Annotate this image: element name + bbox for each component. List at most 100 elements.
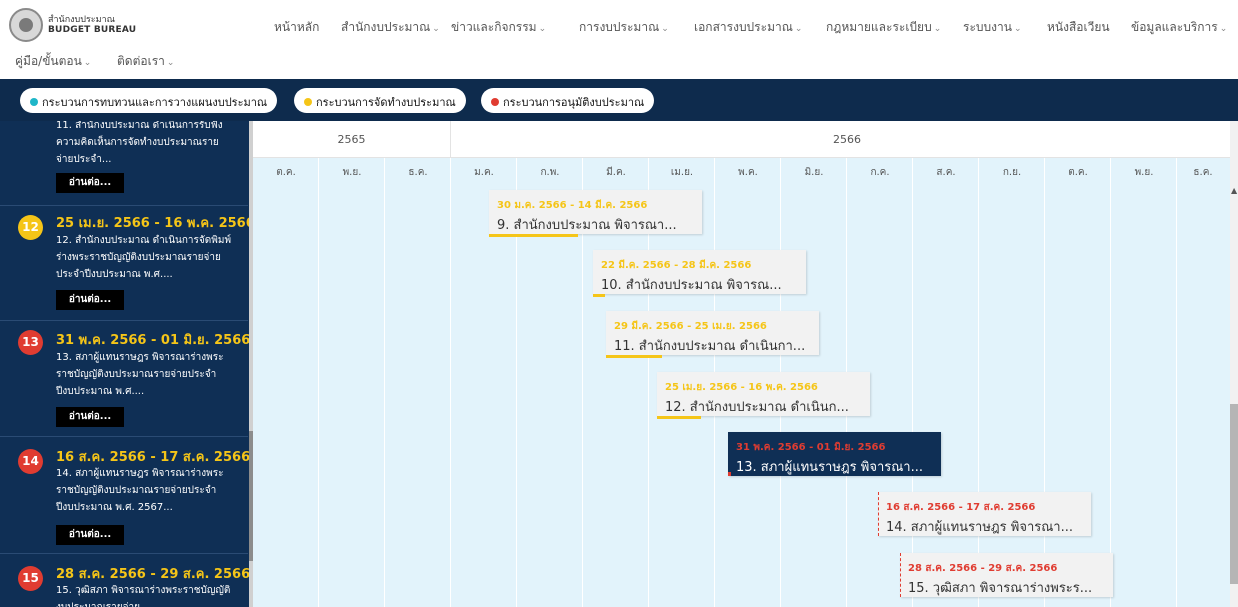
month-label: มิ.ย. bbox=[804, 167, 824, 178]
month-label: พ.ค. bbox=[738, 167, 758, 178]
task-marker-line bbox=[878, 492, 879, 536]
month-label: ก.ค. bbox=[870, 167, 890, 178]
site-header: สำนักงบประมาณ BUDGET BUREAU หน้าหลัก สำน… bbox=[0, 0, 1238, 76]
nav-label: หน้าหลัก bbox=[274, 20, 320, 34]
list-item: 13 31 พ.ค. 2566 - 01 มิ.ย. 2566 13. สภาผ… bbox=[0, 321, 250, 437]
nav-manuals[interactable]: คู่มือ/ขั้นตอน ⌄ bbox=[15, 52, 91, 71]
read-more-button[interactable]: อ่านต่อ... bbox=[56, 173, 124, 193]
chevron-down-icon: ⌄ bbox=[538, 24, 547, 34]
month-label: ม.ค. bbox=[474, 167, 494, 178]
yellow-dot-icon bbox=[304, 98, 312, 106]
step-description: 14. สภาผู้แทนราษฎร พิจารณาร่างพระราชบัญญ… bbox=[56, 468, 224, 513]
step-number-badge: 12 bbox=[18, 215, 43, 240]
nav-circulars[interactable]: หนังสือเวียน bbox=[1047, 18, 1110, 37]
list-item: 14 16 ส.ค. 2566 - 17 ส.ค. 2566 14. สภาผู… bbox=[0, 437, 251, 554]
timeline-task-10[interactable]: 22 มี.ค. 2566 - 28 มี.ค. 2566 10. สำนักง… bbox=[593, 250, 806, 297]
year-header-row: 2565 2566 bbox=[253, 121, 1230, 158]
chevron-down-icon: ⌄ bbox=[166, 58, 175, 68]
timeline-step-list[interactable]: 11. สำนักงบประมาณ ดำเนินการรับฟังความคิด… bbox=[0, 121, 253, 607]
month-label: ต.ค. bbox=[1068, 167, 1088, 178]
timeline-task-15[interactable]: 28 ส.ค. 2566 - 29 ส.ค. 2566 15. วุฒิสภา … bbox=[900, 553, 1113, 597]
chevron-down-icon: ⌄ bbox=[1013, 24, 1022, 34]
brand-name-english[interactable]: BUDGET BUREAU bbox=[48, 25, 136, 35]
task-date: 28 ส.ค. 2566 - 29 ส.ค. 2566 bbox=[908, 563, 1058, 574]
scroll-up-arrow-icon[interactable]: ▲ bbox=[1231, 186, 1237, 195]
nav-label: เอกสารงบประมาณ bbox=[694, 20, 793, 34]
nav-budgeting[interactable]: การงบประมาณ ⌄ bbox=[579, 18, 669, 37]
month-column bbox=[1177, 158, 1230, 607]
task-title: 15. วุฒิสภา พิจารณาร่างพระร... bbox=[908, 581, 1093, 596]
month-label: ก.ย. bbox=[1002, 167, 1022, 178]
nav-budget-documents[interactable]: เอกสารงบประมาณ ⌄ bbox=[694, 18, 802, 37]
process-tab-review-planning[interactable]: กระบวนการทบทวนและการวางแผนงบประมาณ bbox=[20, 88, 278, 113]
nav-home[interactable]: หน้าหลัก bbox=[274, 18, 319, 37]
chevron-down-icon: ⌄ bbox=[794, 24, 803, 34]
budget-timeline-gantt[interactable]: 2565 2566 ต.ค. พ.ย. ธ.ค. ม.ค. ก.พ. มี.ค.… bbox=[253, 121, 1230, 607]
process-tab-preparation[interactable]: กระบวนการจัดทำงบประมาณ bbox=[294, 88, 466, 113]
month-label: พ.ย. bbox=[342, 167, 362, 178]
timeline-task-13[interactable]: 31 พ.ค. 2566 - 01 มิ.ย. 2566 13. สภาผู้แ… bbox=[728, 432, 941, 476]
read-more-button[interactable]: อ่านต่อ... bbox=[56, 290, 124, 310]
task-duration-bar bbox=[593, 294, 605, 297]
step-description: 12. สำนักงบประมาณ ดำเนินการจัดพิมพ์ร่างพ… bbox=[56, 235, 232, 280]
timeline-task-14[interactable]: 16 ส.ค. 2566 - 17 ส.ค. 2566 14. สภาผู้แท… bbox=[878, 492, 1091, 536]
month-label: ต.ค. bbox=[276, 167, 296, 178]
step-description: 15. วุฒิสภา พิจารณาร่างพระราชบัญญัติงบปร… bbox=[56, 585, 231, 607]
timeline-task-11[interactable]: 29 มี.ค. 2566 - 25 เม.ย. 2566 11. สำนักง… bbox=[606, 311, 819, 358]
task-date: 16 ส.ค. 2566 - 17 ส.ค. 2566 bbox=[886, 502, 1036, 513]
task-date: 25 เม.ย. 2566 - 16 พ.ค. 2566 bbox=[665, 382, 818, 393]
nav-label: กฎหมายและระเบียบ bbox=[826, 20, 932, 34]
task-duration-bar bbox=[606, 355, 662, 358]
nav-label: ติดต่อเรา bbox=[117, 54, 165, 68]
step-description: 11. สำนักงบประมาณ ดำเนินการรับฟังความคิด… bbox=[56, 121, 223, 165]
month-column bbox=[319, 158, 385, 607]
process-tab-label: กระบวนการทบทวนและการวางแผนงบประมาณ bbox=[42, 96, 268, 109]
red-dot-icon bbox=[491, 98, 499, 106]
chevron-down-icon: ⌄ bbox=[83, 58, 92, 68]
nav-systems[interactable]: ระบบงาน ⌄ bbox=[963, 18, 1021, 37]
process-tab-label: กระบวนการจัดทำงบประมาณ bbox=[316, 96, 456, 109]
task-duration-bar bbox=[489, 234, 578, 237]
chevron-down-icon: ⌄ bbox=[661, 24, 669, 34]
task-date: 22 มี.ค. 2566 - 28 มี.ค. 2566 bbox=[601, 260, 752, 271]
timeline-task-12[interactable]: 25 เม.ย. 2566 - 16 พ.ค. 2566 12. สำนักงบ… bbox=[657, 372, 870, 419]
task-title: 10. สำนักงบประมาณ พิจารณ... bbox=[601, 278, 782, 293]
task-date: 29 มี.ค. 2566 - 25 เม.ย. 2566 bbox=[614, 321, 767, 332]
timeline-scrollbar-thumb[interactable] bbox=[1230, 404, 1238, 584]
process-tab-approval[interactable]: กระบวนการอนุมัติงบประมาณ bbox=[481, 88, 655, 113]
read-more-button[interactable]: อ่านต่อ... bbox=[56, 525, 124, 545]
chevron-down-icon: ⌄ bbox=[1219, 24, 1228, 34]
year-header: 2565 bbox=[253, 121, 451, 158]
month-label: มี.ค. bbox=[606, 167, 626, 178]
month-label: เม.ย. bbox=[670, 167, 694, 178]
task-marker-line bbox=[900, 553, 901, 597]
step-date: 16 ส.ค. 2566 - 17 ส.ค. 2566 bbox=[56, 450, 251, 465]
read-more-button[interactable]: อ่านต่อ... bbox=[56, 407, 124, 427]
list-item: 12 25 เม.ย. 2566 - 16 พ.ค. 2566 12. สำนั… bbox=[0, 206, 253, 321]
brand-name-thai[interactable]: สำนักงบประมาณ bbox=[48, 12, 115, 26]
task-title: 9. สำนักงบประมาณ พิจารณา... bbox=[497, 218, 677, 233]
nav-news[interactable]: ข่าวและกิจกรรม ⌄ bbox=[451, 18, 546, 37]
nav-label: คู่มือ/ขั้นตอน bbox=[15, 54, 82, 68]
task-duration-bar bbox=[657, 416, 701, 419]
step-date: 25 เม.ย. 2566 - 16 พ.ค. 2566 bbox=[56, 216, 253, 231]
task-duration-bar bbox=[728, 472, 731, 476]
chevron-down-icon: ⌄ bbox=[933, 24, 942, 34]
list-item: 11. สำนักงบประมาณ ดำเนินการรับฟังความคิด… bbox=[0, 121, 248, 206]
budget-bureau-logo-icon[interactable] bbox=[9, 8, 43, 42]
step-number-badge: 15 bbox=[18, 566, 43, 591]
task-date: 31 พ.ค. 2566 - 01 มิ.ย. 2566 bbox=[736, 442, 886, 453]
nav-bureau[interactable]: สำนักงบประมาณ ⌄ bbox=[341, 18, 440, 37]
month-label: ก.พ. bbox=[540, 167, 560, 178]
month-label: ส.ค. bbox=[936, 167, 956, 178]
timeline-task-9[interactable]: 30 ม.ค. 2566 - 14 มี.ค. 2566 9. สำนักงบป… bbox=[489, 190, 702, 237]
month-header-row: ต.ค. พ.ย. ธ.ค. ม.ค. ก.พ. มี.ค. เม.ย. พ.ค… bbox=[253, 158, 1230, 188]
nav-label: การงบประมาณ bbox=[579, 20, 660, 34]
process-filter-bar: กระบวนการทบทวนและการวางแผนงบประมาณ กระบว… bbox=[0, 79, 1238, 121]
nav-information-services[interactable]: ข้อมูลและบริการ ⌄ bbox=[1131, 18, 1227, 37]
nav-laws-regulations[interactable]: กฎหมายและระเบียบ ⌄ bbox=[826, 18, 941, 37]
nav-contact[interactable]: ติดต่อเรา ⌄ bbox=[117, 52, 174, 71]
month-column bbox=[253, 158, 319, 607]
nav-label: ระบบงาน bbox=[963, 20, 1012, 34]
nav-label: ข่าวและกิจกรรม bbox=[451, 20, 537, 34]
